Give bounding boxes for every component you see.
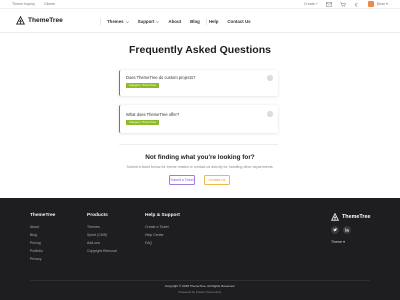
chevron-down-icon (156, 20, 160, 23)
nav-item-themes[interactable]: Themes (107, 19, 129, 24)
faq-item[interactable]: What does ThemeTree offer? Category: The… (119, 105, 278, 133)
faq-item[interactable]: Does ThemeTree do custom projects? Categ… (119, 70, 278, 96)
footer-link[interactable]: Portfolio (30, 247, 55, 255)
nav-item-blog[interactable]: Blog (190, 19, 200, 24)
nav-item-label: Support (137, 19, 155, 24)
utility-bar: Theme Inquiry Clients Create + € Brian ▾ (0, 0, 400, 9)
footer-column-help: Help & Support Create a Ticket Help Cent… (145, 213, 180, 247)
category-badge[interactable]: Category: ThemeTree (126, 83, 160, 88)
category-badge[interactable]: Category: ThemeTree (126, 120, 160, 125)
footer-link[interactable]: FAQ (145, 239, 180, 247)
nav-item-help[interactable]: Help (209, 19, 219, 24)
footer-column-title: Help & Support (145, 213, 180, 218)
powered-by-text: Powered by Kreani Community (178, 290, 222, 294)
footer-column-title: ThemeTree (30, 213, 56, 218)
footer-link[interactable]: Themes (87, 223, 117, 231)
footer-link[interactable]: Help Center (145, 231, 180, 239)
brand-name: ThemeTree (28, 17, 63, 24)
expand-icon[interactable]: + (267, 75, 273, 81)
footer-brand-logo[interactable]: ThemeTree (331, 213, 370, 221)
expand-icon[interactable]: + (267, 111, 273, 117)
footer-link[interactable]: Pricing (30, 239, 55, 247)
contact-us-button[interactable]: Contact Us (204, 175, 230, 185)
avatar (367, 1, 374, 7)
cart-icon[interactable] (339, 1, 346, 7)
nav-item-about[interactable]: About (168, 19, 181, 24)
footer-divider (30, 280, 370, 281)
footer-link[interactable]: Copyright Removal (87, 247, 117, 255)
submit-ticket-button[interactable]: Submit a Ticket (169, 175, 195, 185)
footer-link[interactable]: Sprint (CMS) (87, 231, 117, 239)
currency-icon[interactable]: € (354, 2, 360, 8)
page-title: Frequently Asked Questions (129, 44, 271, 56)
faq-question: Does ThemeTree do custom projects? (126, 75, 196, 80)
section-divider (119, 144, 278, 145)
footer-link[interactable]: Create a Ticket (145, 223, 180, 231)
footer-column-themetree: ThemeTree About Blog Pricing Portfolio P… (30, 213, 55, 263)
footer-brand-name: ThemeTree (342, 214, 371, 220)
svg-text:€: € (355, 2, 358, 7)
footer-link[interactable]: Add-ons (87, 239, 117, 247)
footer-link[interactable]: Privacy (30, 255, 55, 263)
user-menu[interactable]: Brian ▾ (367, 1, 388, 7)
copyright-text: Copyright © 2018 ThemeTree. All Rights R… (164, 284, 236, 288)
nav-item-contact[interactable]: Contact Us (227, 19, 250, 24)
nav-item-label: Themes (107, 19, 124, 24)
nav-divider (206, 18, 207, 25)
not-found-title: Not finding what you're looking for? (145, 154, 255, 161)
nav-divider (100, 18, 101, 25)
create-menu[interactable]: Create + (304, 2, 318, 6)
faq-question: What does ThemeTree offer? (126, 112, 180, 117)
theme-inquiry-link[interactable]: Theme Inquiry (12, 2, 35, 6)
twitter-icon[interactable] (331, 226, 339, 234)
clients-link[interactable]: Clients (44, 2, 55, 6)
footer-link[interactable]: Blog (30, 231, 55, 239)
linkedin-icon[interactable] (343, 226, 351, 234)
theme-select[interactable]: Theme ▾ (331, 240, 345, 244)
mail-icon[interactable] (325, 1, 332, 7)
nav-menu: Themes Support About Blog Help Contact U… (107, 19, 251, 24)
footer-column-products: Products Themes Sprint (CMS) Add-ons Cop… (87, 213, 117, 255)
tree-logo-icon (16, 16, 25, 25)
tree-logo-icon (331, 213, 339, 221)
footer: ThemeTree About Blog Pricing Portfolio P… (0, 198, 400, 300)
brand-logo[interactable]: ThemeTree (16, 16, 63, 25)
footer-link[interactable]: About (30, 223, 55, 231)
user-name: Brian ▾ (376, 2, 388, 6)
not-found-text: Submit a ticket below for theme related … (126, 165, 274, 169)
footer-column-title: Products (87, 213, 108, 218)
nav-item-support[interactable]: Support (138, 19, 160, 24)
chevron-down-icon (125, 20, 129, 23)
main-nav: ThemeTree Themes Support About Blog Help… (0, 10, 400, 33)
social-links (331, 226, 351, 234)
